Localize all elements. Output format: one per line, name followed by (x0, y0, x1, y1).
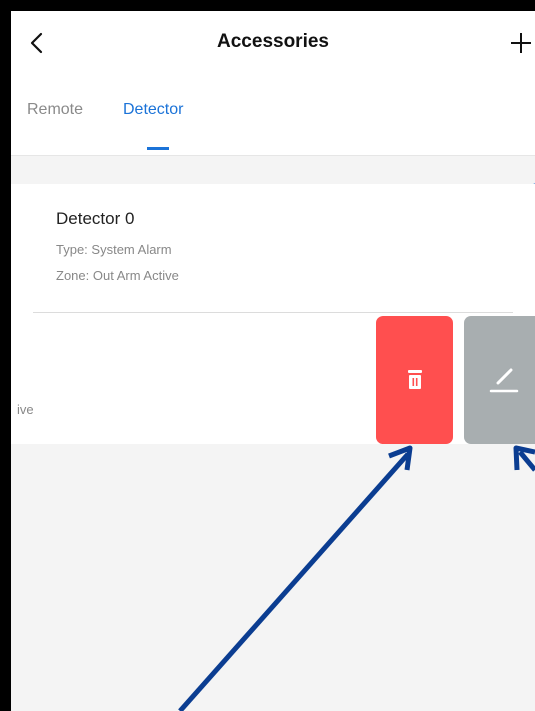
plus-icon[interactable] (509, 31, 533, 55)
tab-bar: Remote Detector (11, 79, 535, 156)
delete-button[interactable] (376, 316, 453, 444)
pencil-icon (489, 368, 519, 393)
trash-icon (408, 370, 422, 389)
top-bar: Accessories (11, 11, 535, 79)
detector-zone: Zone: Out Arm Active (56, 268, 179, 283)
detector-card[interactable]: Detector 0 Type: System Alarm Zone: Out … (11, 184, 535, 314)
detector-card-swiped[interactable]: ive (11, 314, 535, 444)
detector-zone-partial: ive (17, 402, 34, 417)
detector-type: Type: System Alarm (56, 242, 172, 257)
edit-button[interactable] (464, 316, 535, 444)
list-divider (33, 312, 513, 313)
active-tab-indicator (147, 147, 169, 150)
detector-name: Detector 0 (56, 209, 135, 228)
page-title: Accessories (217, 31, 329, 52)
tab-detector[interactable]: Detector (123, 101, 183, 119)
accessories-screen: Accessories Remote Detector Detector 0 T… (11, 11, 535, 711)
tab-remote[interactable]: Remote (27, 101, 83, 119)
